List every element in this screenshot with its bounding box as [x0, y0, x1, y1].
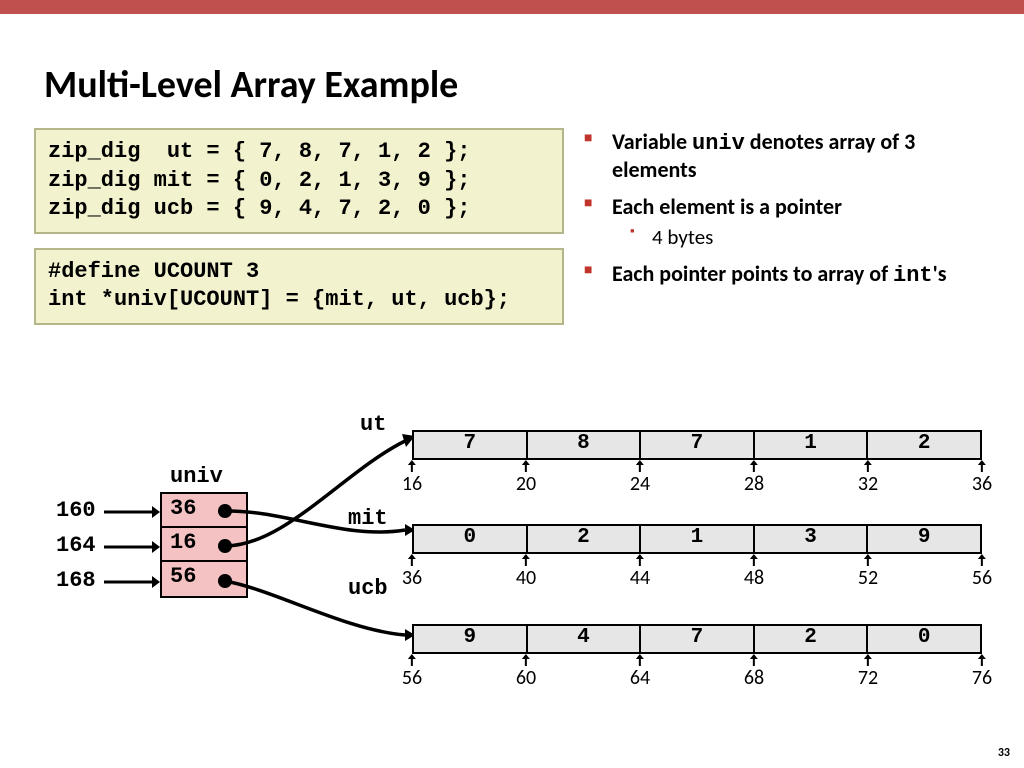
label-ucb: ucb — [348, 576, 388, 601]
right-column: Variable univ denotes array of 3 element… — [574, 128, 1004, 339]
arrow-icon — [104, 576, 160, 588]
bullet-list: Variable univ denotes array of 3 element… — [584, 128, 1004, 288]
label-addr-160: 160 — [56, 498, 96, 523]
mit-cells: 0 2 1 3 9 — [412, 524, 982, 554]
ucb-cells: 9 4 7 2 0 — [412, 624, 982, 654]
bullet-1: Variable univ denotes array of 3 element… — [584, 128, 1004, 183]
arrow-icon — [104, 541, 160, 553]
ucb-ticks: 56 60 64 68 72 76 — [412, 654, 982, 692]
diagram: univ 160 164 168 36 16 56 ut mit ucb 7 8… — [0, 400, 1024, 750]
array-row-mit: 0 2 1 3 9 36 40 44 48 52 56 — [412, 524, 982, 592]
left-column: zip_dig ut = { 7, 8, 7, 1, 2 }; zip_dig … — [34, 128, 564, 339]
label-addr-164: 164 — [56, 533, 96, 558]
bullet-2-sub: 4 bytes — [630, 224, 1004, 250]
label-mit: mit — [348, 506, 388, 531]
label-ut: ut — [360, 412, 386, 437]
slide-title: Multi-Level Array Example — [44, 62, 1024, 108]
code-box-2: #define UCOUNT 3 int *univ[UCOUNT] = {mi… — [34, 248, 564, 325]
array-row-ucb: 9 4 7 2 0 56 60 64 68 72 76 — [412, 624, 982, 692]
array-row-ut: 7 8 7 1 2 16 20 24 28 32 36 — [412, 430, 982, 498]
pointer-arrows — [225, 420, 420, 656]
page-number: 33 — [998, 746, 1010, 760]
code-box-1: zip_dig ut = { 7, 8, 7, 1, 2 }; zip_dig … — [34, 128, 564, 234]
ut-ticks: 16 20 24 28 32 36 — [412, 460, 982, 498]
arrow-icon — [104, 506, 160, 518]
bullet-2: Each element is a pointer 4 bytes — [584, 193, 1004, 250]
bullet-3: Each pointer points to array of int's — [584, 260, 1004, 288]
content-row: zip_dig ut = { 7, 8, 7, 1, 2 }; zip_dig … — [0, 128, 1024, 339]
orange-top-bar — [0, 0, 1024, 14]
label-univ: univ — [170, 464, 223, 489]
mit-ticks: 36 40 44 48 52 56 — [412, 554, 982, 592]
label-addr-168: 168 — [56, 568, 96, 593]
ut-cells: 7 8 7 1 2 — [412, 430, 982, 460]
